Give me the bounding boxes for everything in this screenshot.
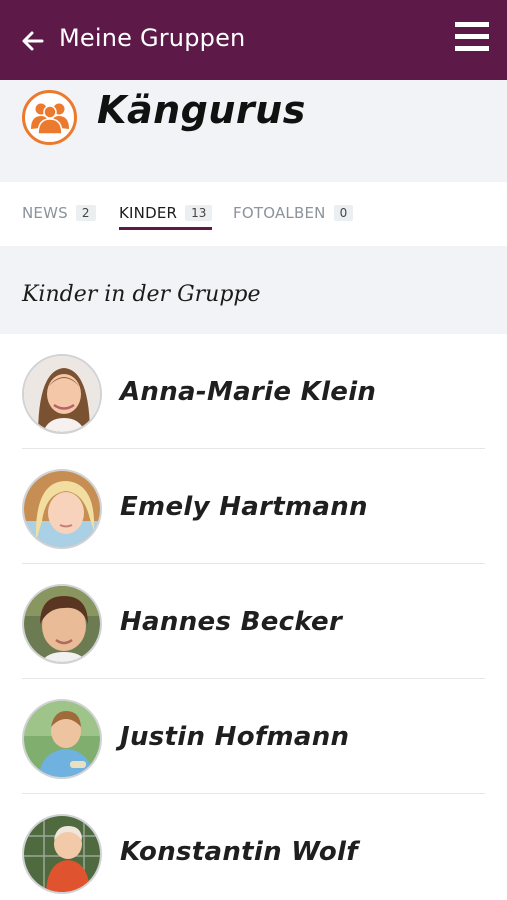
tab-kinder[interactable]: KINDER 13 <box>119 204 213 240</box>
tab-bar: NEWS 2 KINDER 13 FOTOALBEN 0 <box>0 182 507 246</box>
active-tab-indicator <box>119 227 213 230</box>
list-item[interactable]: Hannes Becker <box>22 564 485 679</box>
app-bar: Meine Gruppen <box>0 0 507 80</box>
avatar <box>22 469 102 549</box>
app-bar-title: Meine Gruppen <box>59 24 246 52</box>
arrow-left-icon <box>22 31 44 51</box>
avatar <box>22 699 102 779</box>
child-name: Konstantin Wolf <box>120 837 358 867</box>
group-people-icon <box>22 90 77 145</box>
menu-button[interactable] <box>455 22 489 56</box>
avatar <box>22 354 102 434</box>
list-item[interactable]: Konstantin Wolf <box>22 794 485 900</box>
tab-count-badge: 2 <box>75 205 96 221</box>
hamburger-line <box>455 46 489 51</box>
group-title: Kängurus <box>97 88 306 132</box>
list-item[interactable]: Anna-Marie Klein <box>22 334 485 449</box>
section-title: Kinder in der Gruppe <box>22 282 261 307</box>
section-header: Kinder in der Gruppe <box>0 246 507 334</box>
child-name: Justin Hofmann <box>120 722 350 752</box>
tab-count-badge: 0 <box>333 205 354 221</box>
tab-news[interactable]: NEWS 2 <box>22 204 96 240</box>
hamburger-line <box>455 34 489 39</box>
tab-fotoalben[interactable]: FOTOALBEN 0 <box>233 204 354 240</box>
tab-label: NEWS <box>22 204 68 222</box>
child-name: Hannes Becker <box>120 607 343 637</box>
group-header: Kängurus <box>0 80 507 182</box>
children-list: Anna-Marie Klein Emely Hartmann Hannes B… <box>0 334 507 900</box>
tab-count-badge: 13 <box>185 205 213 221</box>
tab-label: KINDER <box>119 204 178 222</box>
tab-label: FOTOALBEN <box>233 204 326 222</box>
avatar <box>22 814 102 894</box>
child-name: Emely Hartmann <box>120 492 368 522</box>
back-button[interactable] <box>20 28 46 54</box>
list-item[interactable]: Emely Hartmann <box>22 449 485 564</box>
list-item[interactable]: Justin Hofmann <box>22 679 485 794</box>
hamburger-menu-icon <box>455 22 489 27</box>
avatar <box>22 584 102 664</box>
child-name: Anna-Marie Klein <box>120 377 377 407</box>
